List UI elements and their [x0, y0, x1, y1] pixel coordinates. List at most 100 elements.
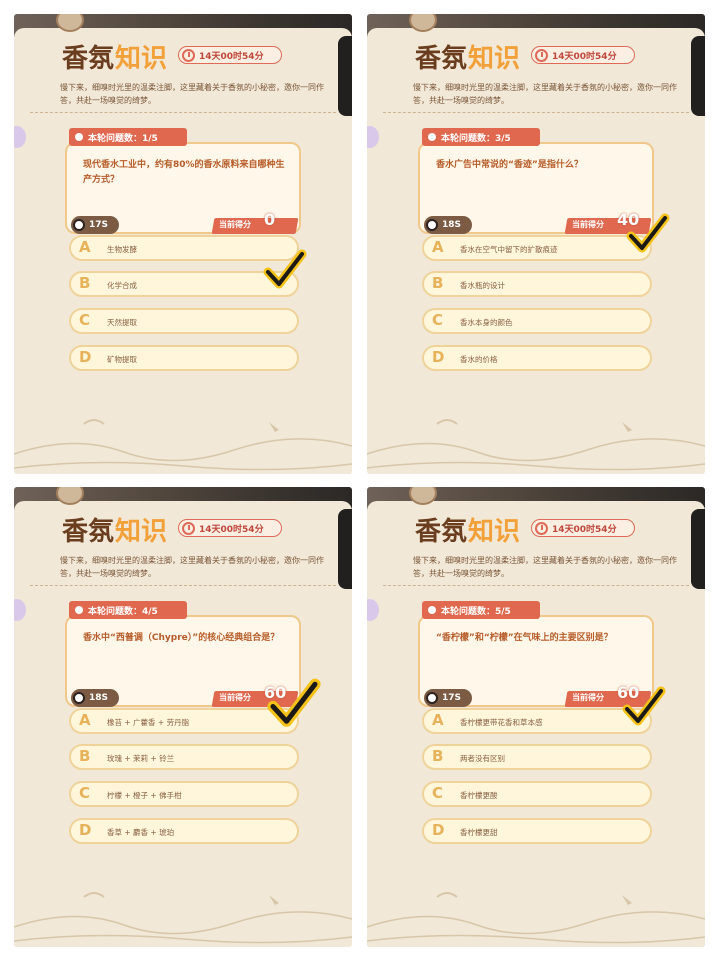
- option-letter: D: [432, 821, 445, 839]
- quiz-panel-2: 香氛 知识 14天00时54分 慢下来，细嗅时光里的温柔注脚，这里藏着关于香氛的…: [367, 14, 705, 474]
- option-letter: C: [79, 784, 91, 802]
- quiz-panel-1: 香氛 知识 14天00时54分 慢下来，细嗅时光里的温柔注脚，这里藏着关于香氛的…: [14, 14, 352, 474]
- divider: [383, 585, 689, 586]
- timer-pill: 17S: [424, 689, 472, 707]
- timer-icon: [73, 219, 85, 231]
- question-text: “香柠檬”和“柠檬”在气味上的主要区别是？: [436, 633, 613, 643]
- timer-icon: [73, 692, 85, 704]
- title-row: 香氛 知识 14天00时54分: [62, 38, 342, 78]
- option-letter: A: [432, 238, 444, 256]
- checkmark-icon: [267, 678, 321, 729]
- countdown-text: 14天00时54分: [199, 524, 264, 535]
- option-text: 化学合成: [107, 281, 137, 290]
- round-tag: 本轮问题数：4/5: [69, 601, 187, 619]
- option-d[interactable]: D 矿物提取: [69, 345, 299, 371]
- option-a[interactable]: A 橡苔 + 广藿香 + 劳丹脂: [69, 708, 299, 734]
- quiz-panel-3: 香氛 知识 14天00时54分 慢下来，细嗅时光里的温柔注脚，这里藏着关于香氛的…: [14, 487, 352, 947]
- countdown-text: 14天00时54分: [552, 51, 617, 62]
- option-letter: D: [79, 348, 92, 366]
- option-text: 生物发酵: [107, 245, 137, 254]
- clock-icon: [535, 48, 548, 62]
- round-icon: [75, 606, 83, 614]
- option-d[interactable]: D 香草 + 麝香 + 琥珀: [69, 818, 299, 844]
- title-main: 香氛: [415, 517, 468, 547]
- countdown-badge: 14天00时54分: [531, 519, 635, 537]
- timer-value: 17S: [442, 693, 462, 703]
- quiz-panel-4: 香氛 知识 14天00时54分 慢下来，细嗅时光里的温柔注脚，这里藏着关于香氛的…: [367, 487, 705, 947]
- timer-value: 18S: [89, 693, 109, 703]
- round-text: 本轮问题数：3/5: [441, 133, 511, 144]
- countdown-text: 14天00时54分: [552, 524, 617, 535]
- title-main: 香氛: [62, 517, 115, 547]
- round-text: 本轮问题数：5/5: [441, 606, 511, 617]
- clock-icon: [182, 48, 195, 62]
- title-accent: 知识: [115, 44, 168, 74]
- option-letter: A: [79, 238, 91, 256]
- option-text: 香草 + 麝香 + 琥珀: [107, 828, 175, 837]
- title-main: 香氛: [415, 44, 468, 74]
- option-text: 香柠檬更酸: [460, 791, 498, 800]
- title-accent: 知识: [115, 517, 168, 547]
- score-label: 当前得分: [572, 220, 604, 229]
- title-accent: 知识: [468, 517, 521, 547]
- score-label: 当前得分: [219, 220, 251, 229]
- option-a[interactable]: A 香水在空气中留下的扩散痕迹: [422, 235, 652, 261]
- round-text: 本轮问题数：1/5: [88, 133, 158, 144]
- round-tag: 本轮问题数：3/5: [422, 128, 540, 146]
- timer-icon: [426, 692, 438, 704]
- divider: [30, 585, 336, 586]
- option-letter: B: [79, 274, 91, 292]
- round-tag: 本轮问题数：1/5: [69, 128, 187, 146]
- option-a[interactable]: A 香柠檬更带花香和草本感: [422, 708, 652, 734]
- countdown-text: 14天00时54分: [199, 51, 264, 62]
- option-d[interactable]: D 香水的价格: [422, 345, 652, 371]
- option-b[interactable]: B 两者没有区别: [422, 744, 652, 770]
- title-row: 香氛 知识 14天00时54分: [62, 511, 342, 551]
- option-b[interactable]: B 玫瑰 + 茉莉 + 铃兰: [69, 744, 299, 770]
- question-text: 香水广告中常说的“香迹”是指什么？: [436, 160, 583, 170]
- option-letter: C: [432, 311, 444, 329]
- title-row: 香氛 知识 14天00时54分: [415, 38, 695, 78]
- option-letter: B: [432, 747, 444, 765]
- intro-text: 慢下来，细嗅时光里的温柔注脚，这里藏着关于香氛的小秘密，邀你一同作答，共赴一场嗅…: [413, 83, 677, 105]
- option-text: 玫瑰 + 茉莉 + 铃兰: [107, 754, 175, 763]
- option-letter: C: [432, 784, 444, 802]
- question-text: 现代香水工业中，约有80%的香水原料来自哪种生产方式？: [83, 160, 285, 185]
- option-text: 香水的价格: [460, 355, 498, 364]
- option-c[interactable]: C 香水本身的颜色: [422, 308, 652, 334]
- round-icon: [428, 606, 436, 614]
- checkmark-icon: [263, 249, 307, 290]
- option-letter: C: [79, 311, 91, 329]
- round-icon: [428, 133, 436, 141]
- round-tag: 本轮问题数：5/5: [422, 601, 540, 619]
- intro-text: 慢下来，细嗅时光里的温柔注脚，这里藏着关于香氛的小秘密，邀你一同作答，共赴一场嗅…: [60, 83, 324, 105]
- timer-value: 18S: [442, 220, 462, 230]
- option-text: 天然提取: [107, 318, 137, 327]
- score-label: 当前得分: [572, 693, 604, 702]
- timer-icon: [426, 219, 438, 231]
- option-text: 香水在空气中留下的扩散痕迹: [460, 245, 558, 254]
- option-letter: D: [79, 821, 92, 839]
- option-letter: A: [432, 711, 444, 729]
- option-text: 矿物提取: [107, 355, 137, 364]
- option-b[interactable]: B 香水瓶的设计: [422, 271, 652, 297]
- option-text: 香水瓶的设计: [460, 281, 505, 290]
- option-text: 橡苔 + 广藿香 + 劳丹脂: [107, 718, 190, 727]
- floor-ornament: [14, 892, 352, 944]
- option-letter: B: [432, 274, 444, 292]
- timer-value: 17S: [89, 220, 109, 230]
- option-c[interactable]: C 香柠檬更酸: [422, 781, 652, 807]
- countdown-badge: 14天00时54分: [178, 519, 282, 537]
- option-text: 柠檬 + 橙子 + 佛手柑: [107, 791, 182, 800]
- question-text: 香水中“西普调（Chypre）”的核心经典组合是？: [83, 633, 280, 643]
- option-d[interactable]: D 香柠檬更甜: [422, 818, 652, 844]
- floor-ornament: [367, 892, 705, 944]
- divider: [383, 112, 689, 113]
- checkmark-icon: [626, 213, 670, 254]
- floor-ornament: [14, 419, 352, 471]
- option-letter: D: [432, 348, 445, 366]
- option-c[interactable]: C 柠檬 + 橙子 + 佛手柑: [69, 781, 299, 807]
- option-text: 香水本身的颜色: [460, 318, 513, 327]
- divider: [30, 112, 336, 113]
- option-c[interactable]: C 天然提取: [69, 308, 299, 334]
